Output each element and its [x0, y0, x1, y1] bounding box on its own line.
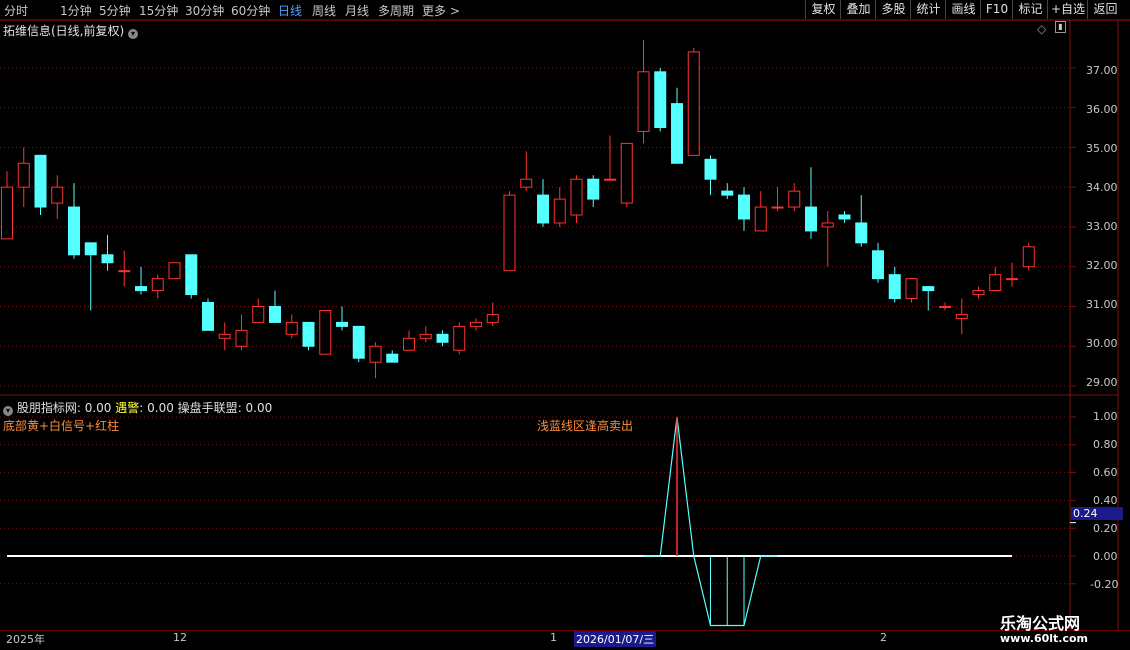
candle-body [369, 345, 382, 363]
candle-body [905, 278, 918, 300]
candle-body [319, 309, 332, 355]
candle-body [520, 178, 533, 188]
date-label: 12 [173, 631, 187, 644]
candle-body [604, 178, 616, 181]
candle-body [453, 325, 466, 351]
indicator-note-left: 底部黄+白信号+红柱 [3, 419, 120, 433]
candle-body [235, 329, 248, 347]
candle-body [285, 321, 298, 335]
indicator-union-value: : 0.00 [237, 401, 273, 415]
candle-body [838, 214, 851, 220]
candle-body [68, 206, 80, 256]
candle-body [252, 305, 265, 323]
candle-body [704, 158, 717, 180]
candle-body [888, 274, 901, 300]
indicator-tick: -0.20 [1090, 578, 1119, 591]
candle-body [821, 222, 834, 228]
candle-body [587, 178, 600, 200]
candle-body [386, 353, 399, 363]
indicator-current-value: 0.24 [1071, 507, 1123, 520]
price-tick: 29.00 [1086, 376, 1118, 389]
watermark-url: www.60lt.com [1000, 632, 1089, 645]
price-tick: 32.00 [1086, 259, 1118, 272]
candle-body [1006, 278, 1018, 281]
date-label: 1 [550, 631, 557, 644]
candle-body [17, 162, 30, 188]
price-tick: 33.00 [1086, 220, 1118, 233]
watermark-title: 乐淘公式网 [1000, 614, 1081, 633]
candle-body [637, 71, 650, 132]
candle-body [135, 286, 147, 292]
candle-body [989, 274, 1002, 292]
candle-body [671, 103, 683, 164]
candle-body [101, 254, 114, 264]
date-label: 2025年 [6, 633, 45, 646]
candle-body [336, 321, 348, 327]
date-cursor-label: 2026/01/07/三 [574, 631, 657, 647]
candle-body [972, 290, 985, 296]
candle-body [654, 71, 667, 128]
candle-body [352, 325, 365, 359]
indicator-name-value: : 0.00 [76, 401, 112, 415]
chevron-down-icon[interactable]: ▾ [3, 406, 13, 416]
indicator-union-label: 操盘手联盟 [177, 401, 238, 415]
candle-body [537, 194, 549, 224]
candle-body [1, 186, 13, 240]
candle-body [151, 278, 164, 292]
candle-body [34, 154, 47, 208]
price-tick: 31.00 [1086, 298, 1118, 311]
candle-body [771, 206, 784, 209]
candle-body [419, 333, 432, 339]
date-axis [0, 630, 1130, 645]
price-tick: 30.00 [1086, 337, 1118, 350]
right-info-strip[interactable] [1118, 30, 1130, 390]
candle-body [486, 313, 499, 323]
price-tick: 37.00 [1086, 64, 1118, 77]
date-label: 2 [880, 631, 887, 644]
candle-body [302, 321, 315, 347]
candle-body [721, 190, 734, 196]
candle-body [687, 51, 700, 156]
indicator-tick: 0.60 [1093, 466, 1118, 479]
candle-body [620, 142, 633, 204]
candle-body [84, 242, 97, 256]
price-tick: 36.00 [1086, 103, 1118, 116]
candle-body [403, 337, 415, 351]
candle-body [503, 194, 516, 272]
candle-body [1022, 246, 1035, 268]
indicator-alert-label: 遇警 [115, 401, 140, 415]
candle-body [788, 190, 801, 208]
candle-body [202, 302, 214, 331]
candle-body [872, 250, 884, 280]
candle-body [269, 305, 281, 323]
candle-body [738, 194, 750, 220]
indicator-tick: 0.20 [1093, 522, 1118, 535]
price-tick: 34.00 [1086, 181, 1118, 194]
indicator-tick: 0.40 [1093, 494, 1118, 507]
candle-body [168, 262, 181, 280]
indicator-header: ▾ 股朋指标网: 0.00 遇警: 0.00 操盘手联盟: 0.00 [3, 399, 272, 416]
candle-body [922, 286, 935, 292]
candle-body [570, 178, 583, 216]
indicator-alert-value: : 0.00 [139, 401, 174, 415]
indicator-tick: 0.80 [1093, 438, 1118, 451]
candle-body [218, 333, 231, 339]
indicator-name[interactable]: 股朋指标网 [17, 401, 77, 415]
indicator-tick: 0.00 [1093, 550, 1118, 563]
price-tick: 35.00 [1086, 142, 1118, 155]
candle-body [51, 186, 64, 204]
candle-body [553, 198, 566, 224]
candle-body [118, 270, 131, 273]
indicator-note-center: 浅蓝线区逢高卖出 [537, 419, 634, 433]
candle-body [754, 206, 767, 232]
candle-body [185, 254, 198, 296]
candle-body [939, 305, 951, 308]
indicator-tick: 1.00 [1093, 410, 1118, 423]
candle-body [855, 222, 868, 244]
chart-canvas [0, 19, 1130, 630]
candle-body [955, 313, 968, 319]
candle-body [805, 206, 817, 232]
candle-body [436, 333, 449, 343]
candle-body [470, 321, 482, 327]
